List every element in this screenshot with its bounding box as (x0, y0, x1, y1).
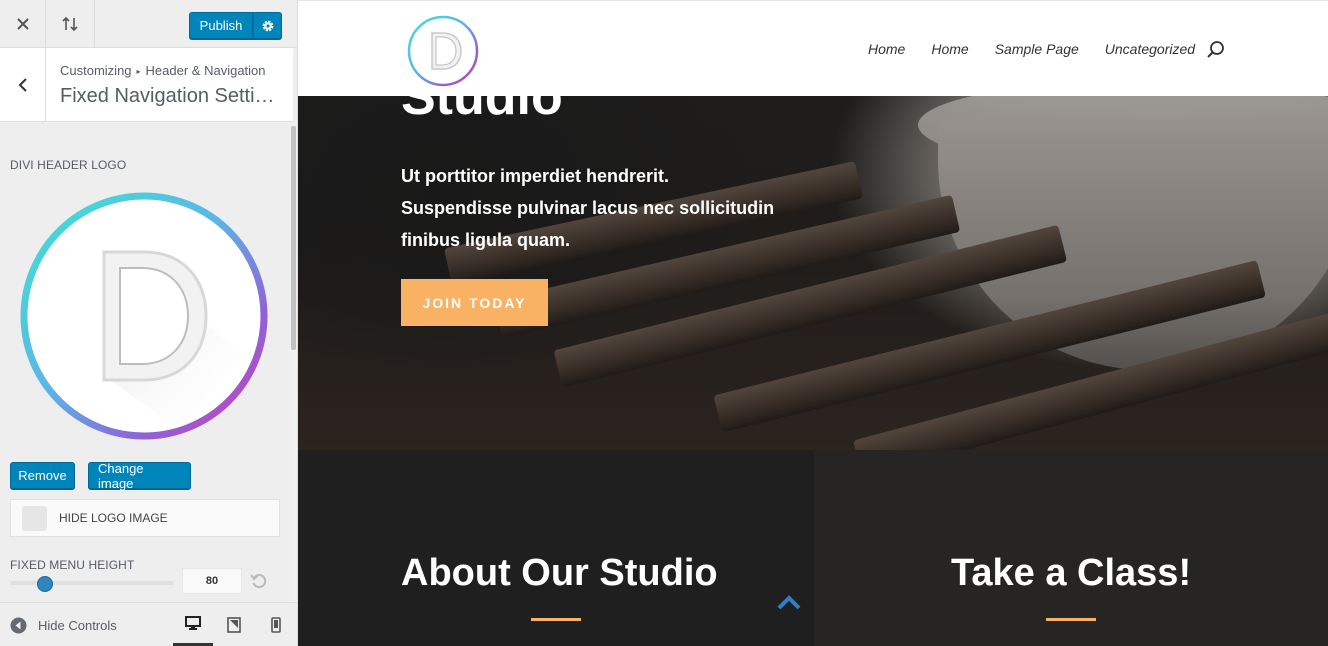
publish-button[interactable]: Publish (189, 12, 253, 39)
collapse-icon (10, 617, 27, 634)
hero-text-line: Ut porttitor imperdiet hendrerit. (401, 166, 670, 186)
search-icon[interactable] (1206, 40, 1226, 60)
preview-tablet-button[interactable] (214, 603, 254, 646)
close-customizer-button[interactable] (0, 0, 46, 47)
tablet-icon (227, 616, 241, 633)
publish-settings-button[interactable] (253, 12, 282, 39)
class-section: Take a Class! (814, 450, 1328, 646)
change-image-button[interactable]: Change image (88, 461, 191, 491)
customizer-sidebar: Publish Customizing ▸ Header & Navigation … (0, 0, 298, 646)
reset-icon (250, 574, 267, 589)
desktop-icon (185, 616, 201, 630)
fixed-menu-height-title: FIXED MENU HEIGHT (10, 558, 135, 572)
fixed-menu-height-slider[interactable] (10, 581, 174, 585)
class-title: Take a Class! (951, 552, 1192, 594)
sidebar-scrollbar-thumb[interactable] (291, 126, 296, 350)
preview-desktop-button[interactable] (173, 603, 213, 646)
remove-logo-button[interactable]: Remove (10, 462, 75, 489)
breadcrumb-panel: Header & Navigation (145, 63, 266, 78)
site-navigation: Home Home Sample Page Uncategorized (868, 41, 1195, 57)
reorder-button[interactable] (46, 0, 95, 47)
hero-text-line: finibus ligula quam. (401, 230, 571, 250)
hide-logo-label: HIDE LOGO IMAGE (59, 511, 168, 525)
nav-link-sample-page[interactable]: Sample Page (995, 41, 1079, 57)
hide-logo-toggle[interactable] (22, 506, 47, 531)
about-section: About Our Studio (298, 450, 814, 646)
section-header: Customizing ▸ Header & Navigation Fixed Na… (0, 48, 293, 122)
reset-height-button[interactable] (248, 570, 270, 592)
reorder-icon (62, 16, 78, 31)
nav-link-uncategorized[interactable]: Uncategorized (1105, 41, 1195, 57)
hero-text-line: Suspendisse pulvinar lacus nec sollicitu… (401, 198, 775, 218)
chevron-up-icon[interactable] (776, 593, 802, 611)
hide-logo-control: HIDE LOGO IMAGE (10, 499, 280, 537)
about-title: About Our Studio (401, 552, 718, 594)
site-preview: Studio Ut porttitor imperdiet hendrerit.… (298, 0, 1328, 646)
preview-mobile-button[interactable] (256, 603, 296, 646)
controls-panel: DIVI HEADER LOGO Remove Change image HID… (0, 122, 293, 602)
hero-description: Ut porttitor imperdiet hendrerit. Suspen… (401, 160, 821, 256)
nav-link-home[interactable]: Home (868, 41, 905, 57)
mobile-icon (271, 616, 281, 633)
logo-preview-image (20, 192, 268, 440)
breadcrumb: Customizing ▸ Header & Navigation (60, 63, 266, 78)
class-divider (1046, 618, 1096, 621)
nav-link-home-2[interactable]: Home (931, 41, 968, 57)
logo-control-title: DIVI HEADER LOGO (10, 158, 127, 172)
section-title: Fixed Navigation Settings (60, 85, 285, 107)
chevron-left-icon (18, 77, 27, 92)
join-today-button[interactable]: JOIN TODAY (401, 279, 548, 326)
gear-icon (262, 20, 273, 31)
hide-controls-label: Hide Controls (38, 618, 117, 633)
fixed-menu-height-input[interactable]: 80 (182, 568, 242, 594)
site-header: Home Home Sample Page Uncategorized (298, 0, 1328, 96)
slider-handle[interactable] (37, 576, 53, 592)
site-logo[interactable] (406, 14, 480, 88)
close-icon (16, 17, 29, 30)
hide-controls-button[interactable]: Hide Controls (10, 617, 117, 634)
back-button[interactable] (0, 48, 46, 121)
customizer-header-actions: Publish (0, 0, 297, 48)
breadcrumb-separator: ▸ (136, 67, 141, 76)
customizer-footer: Hide Controls (0, 602, 297, 646)
breadcrumb-customizing: Customizing (60, 63, 132, 78)
about-divider (531, 618, 581, 621)
